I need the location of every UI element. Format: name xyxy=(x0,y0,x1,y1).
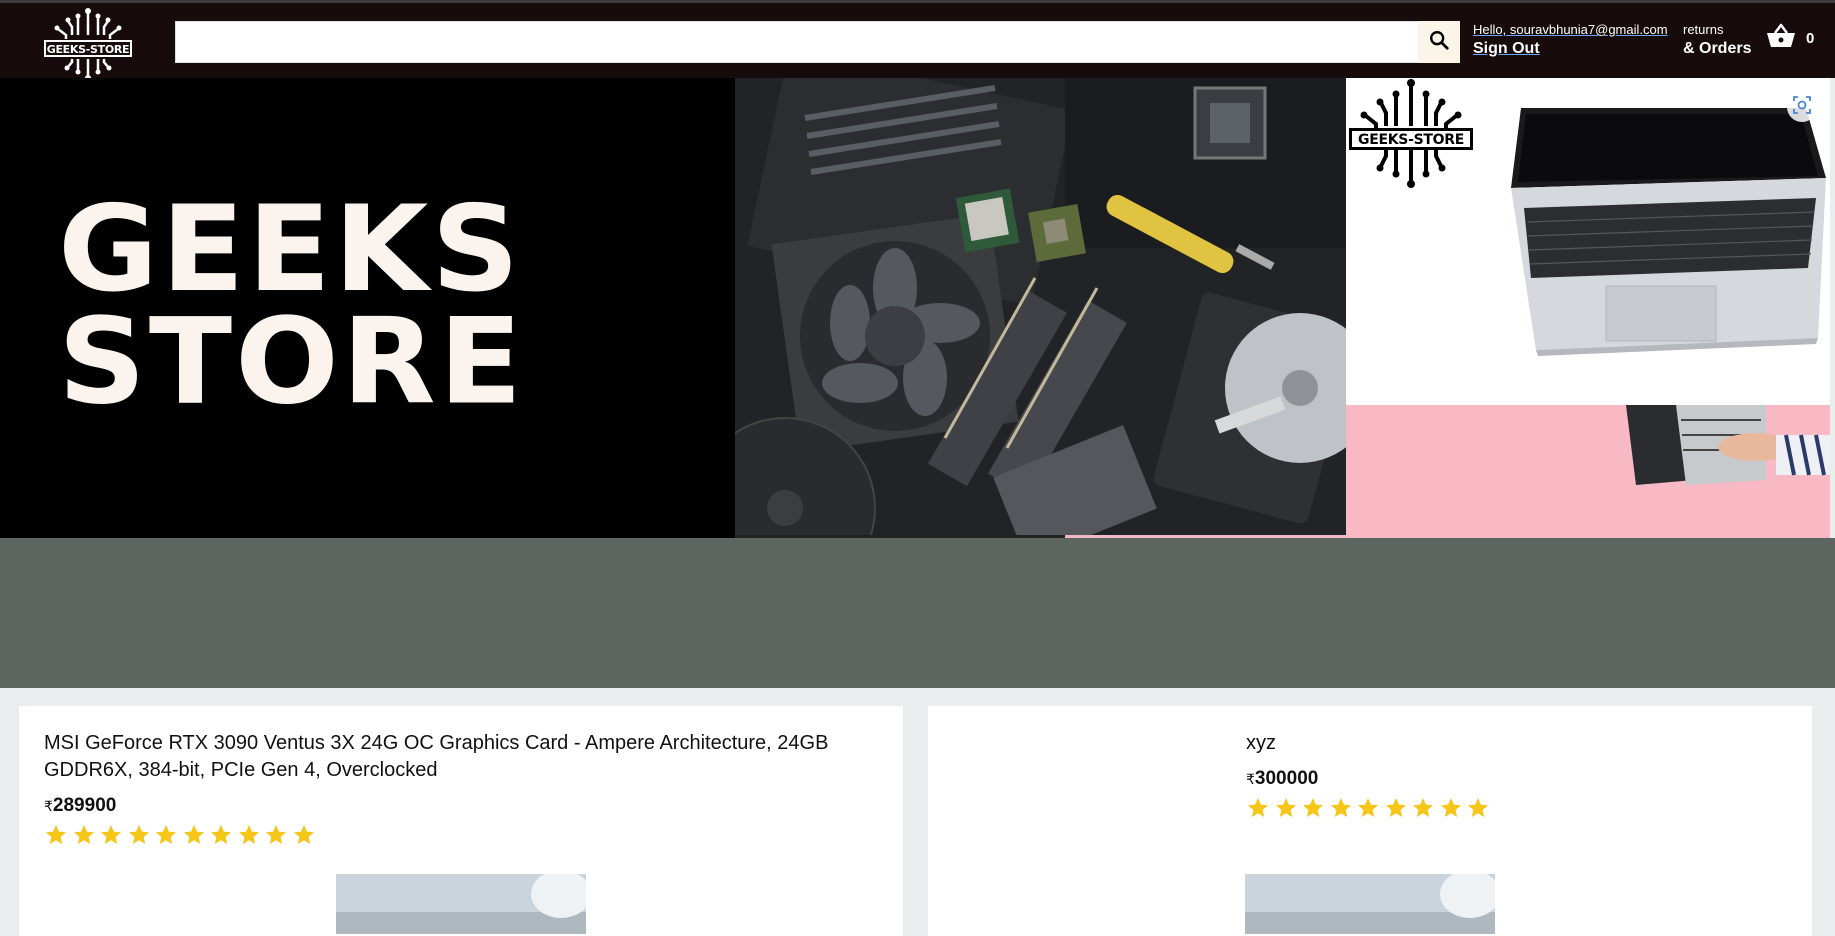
price-value: 289900 xyxy=(52,795,117,816)
product-rating xyxy=(44,823,319,847)
hero-title-line1: GEEKS xyxy=(58,180,523,319)
star-icon xyxy=(1274,796,1302,820)
hero-logo: GEEKS-STORE xyxy=(1346,78,1476,190)
product-image[interactable] xyxy=(1245,874,1495,934)
basket-button[interactable]: 0 xyxy=(1766,23,1814,54)
price-value: 300000 xyxy=(1254,768,1319,789)
star-icon xyxy=(1301,796,1329,820)
hero-banner: GEEKS STORE GEEKS-STORE xyxy=(0,78,1835,538)
hero-pink-laptop-image xyxy=(1346,405,1830,538)
orders-line2: & Orders xyxy=(1683,40,1752,57)
star-icon xyxy=(72,823,100,847)
star-icon xyxy=(1356,796,1384,820)
star-icon xyxy=(292,823,320,847)
search-bar[interactable] xyxy=(175,21,1460,63)
star-icon xyxy=(264,823,292,847)
star-icon xyxy=(1384,796,1412,820)
star-icon xyxy=(154,823,182,847)
currency-symbol: ₹ xyxy=(1246,771,1255,787)
product-card: xyz ₹300000 xyxy=(928,706,1812,936)
sign-out-link[interactable]: Sign Out xyxy=(1473,40,1668,58)
header: GEEKS-STORE Hello, souravbhunia7@gmail.c… xyxy=(0,3,1835,81)
star-icon xyxy=(1439,796,1467,820)
visual-search-icon xyxy=(1792,95,1812,120)
star-icon xyxy=(182,823,210,847)
product-title[interactable]: MSI GeForce RTX 3090 Ventus 3X 24G OC Gr… xyxy=(44,730,864,784)
search-button[interactable] xyxy=(1418,21,1460,63)
product-price: ₹300000 xyxy=(1246,768,1318,790)
star-icon xyxy=(1466,796,1494,820)
product-image[interactable] xyxy=(336,874,586,934)
account-greeting: Hello, souravbhunia7@gmail.com xyxy=(1473,22,1668,37)
star-icon xyxy=(127,823,155,847)
star-icon xyxy=(1329,796,1357,820)
basket-icon xyxy=(1766,23,1796,54)
star-icon xyxy=(99,823,127,847)
orders-line1: returns xyxy=(1683,22,1724,37)
product-card: MSI GeForce RTX 3090 Ventus 3X 24G OC Gr… xyxy=(19,706,903,936)
logo-text: GEEKS-STORE xyxy=(46,43,130,56)
search-icon xyxy=(1428,29,1450,56)
hero-fade-band xyxy=(0,538,1835,688)
product-rating xyxy=(1246,796,1494,820)
product-title[interactable]: xyz xyxy=(1246,730,1276,757)
hero-logo-text: GEEKS-STORE xyxy=(1358,132,1464,148)
star-icon xyxy=(209,823,237,847)
currency-symbol: ₹ xyxy=(44,798,53,814)
product-price: ₹289900 xyxy=(44,795,116,817)
star-icon xyxy=(1246,796,1274,820)
hero-title: GEEKS STORE xyxy=(58,180,526,431)
star-icon xyxy=(237,823,265,847)
hero-laptop-image: GEEKS-STORE xyxy=(1346,78,1830,405)
basket-count: 0 xyxy=(1806,30,1815,47)
hero-text-panel: GEEKS STORE xyxy=(0,78,735,538)
store-logo[interactable]: GEEKS-STORE xyxy=(40,7,136,83)
star-icon xyxy=(44,823,72,847)
hero-hardware-image xyxy=(735,78,1346,535)
orders-option[interactable]: returns & Orders xyxy=(1683,22,1751,58)
search-input[interactable] xyxy=(176,22,1459,62)
hero-title-line2: STORE xyxy=(58,292,526,431)
visual-search-button[interactable] xyxy=(1787,92,1817,122)
star-icon xyxy=(1411,796,1439,820)
account-option[interactable]: Hello, souravbhunia7@gmail.com Sign Out xyxy=(1473,22,1668,58)
